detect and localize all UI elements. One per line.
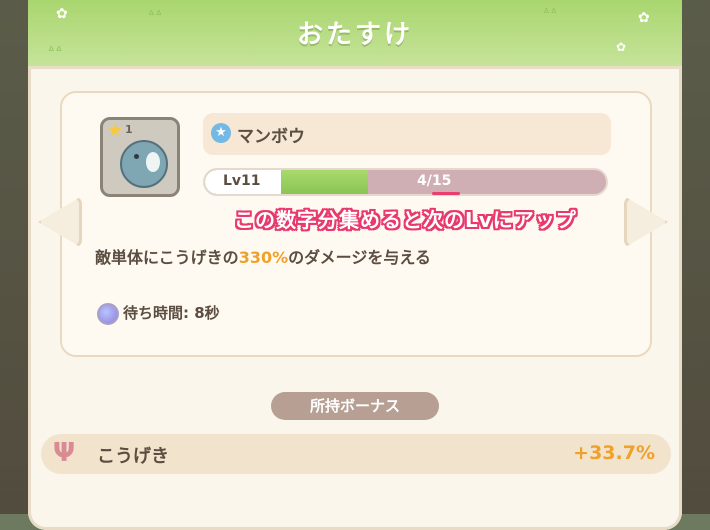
dialog-header: ✿ ✿ ✿ ᐞᐞ ᐞᐞ ᐞᐞ おたすけ bbox=[28, 0, 682, 69]
bonus-header-label: 所持ボーナス bbox=[309, 397, 400, 415]
wait-time: 待ち時間: 8秒 bbox=[123, 304, 220, 322]
bonus-header-pill: 所持ボーナス bbox=[271, 392, 439, 420]
bonus-stat-value: +33.7% bbox=[573, 442, 655, 464]
helper-name-bar: ★ マンボウ bbox=[203, 113, 611, 155]
blue-star-icon: ★ bbox=[211, 123, 231, 143]
fish-belly bbox=[146, 152, 160, 172]
sunfish-icon bbox=[120, 140, 168, 188]
fish-eye bbox=[134, 154, 139, 159]
level-progress-count: 4/15 bbox=[417, 173, 452, 189]
skill-description: 敵単体にこうげきの330%のダメージを与える bbox=[95, 244, 431, 268]
helper-portrait[interactable]: ★ 1 bbox=[100, 117, 180, 197]
level-progress-bar: Lv11 4/15 bbox=[203, 168, 608, 196]
description-prefix: 敵単体にこうげきの bbox=[95, 248, 239, 267]
description-suffix: のダメージを与える bbox=[288, 248, 431, 267]
star-icon: ★ bbox=[107, 120, 124, 141]
bonus-stat-row: Ψ こうげき +33.7% bbox=[41, 434, 671, 474]
annotation-text: この数字分集めると次のLvにアップ bbox=[234, 208, 577, 232]
attack-icon: Ψ bbox=[53, 438, 76, 468]
bonus-stat-name: こうげき bbox=[97, 446, 169, 467]
progress-underline-marker bbox=[432, 192, 460, 195]
star-count: 1 bbox=[125, 123, 133, 136]
clock-orb-icon bbox=[97, 303, 119, 325]
level-label: Lv11 bbox=[223, 173, 261, 189]
helper-name: マンボウ bbox=[237, 127, 305, 147]
description-highlight: 330% bbox=[238, 248, 289, 267]
dialog-title: おたすけ bbox=[296, 20, 413, 50]
